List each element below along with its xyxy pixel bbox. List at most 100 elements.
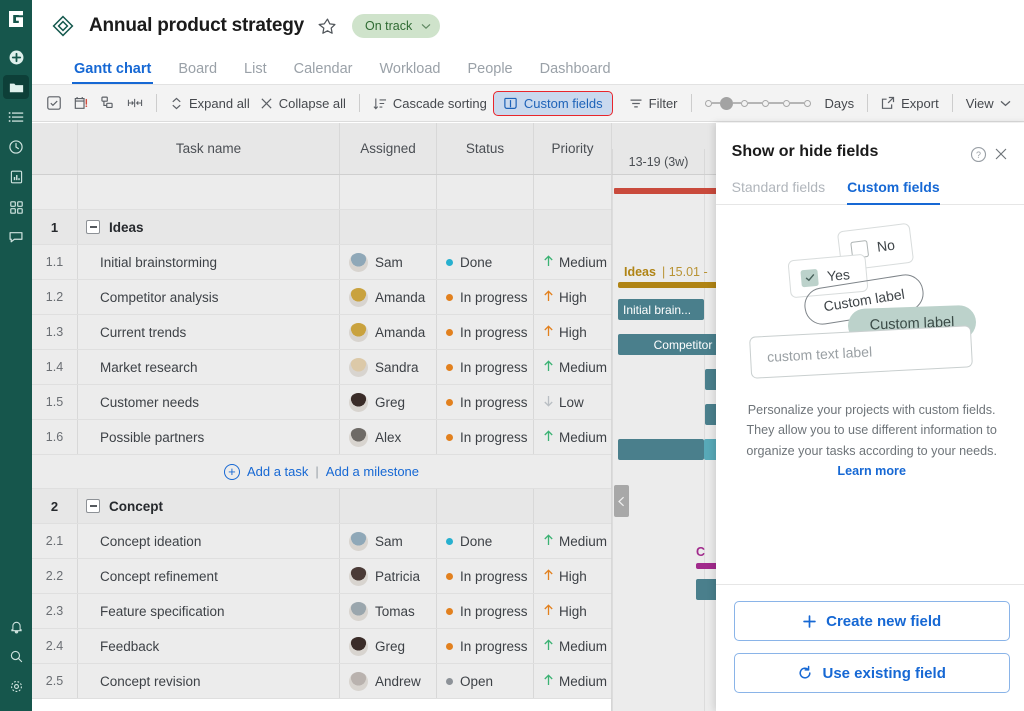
folder-icon[interactable] xyxy=(3,75,29,99)
search-icon[interactable] xyxy=(3,644,29,668)
cell-task-name[interactable]: Concept xyxy=(78,489,340,523)
tab-calendar[interactable]: Calendar xyxy=(294,61,353,84)
table-row[interactable]: 2.2 Concept refinement Patricia In progr… xyxy=(32,559,629,594)
zoom-slider[interactable]: Days xyxy=(700,93,860,114)
custom-fields-button[interactable]: Custom fields xyxy=(492,90,613,116)
cell-assigned[interactable]: Patricia xyxy=(340,559,437,593)
table-row[interactable]: 1.5 Customer needs Greg In progress Low … xyxy=(32,385,629,420)
cell-priority[interactable]: High xyxy=(534,315,612,349)
cell-task-name[interactable]: Possible partners xyxy=(78,420,340,454)
tab-standard-fields[interactable]: Standard fields xyxy=(732,179,825,204)
cell-assigned[interactable]: Greg xyxy=(340,385,437,419)
cell-status[interactable]: In progress xyxy=(437,594,534,628)
indent-icon[interactable] xyxy=(121,91,148,115)
gantt-bar-task-1-1[interactable]: Initial brain... xyxy=(618,299,704,320)
cell-status[interactable]: In progress xyxy=(437,350,534,384)
cell-task-name[interactable]: Customer needs xyxy=(78,385,340,419)
clock-icon[interactable] xyxy=(3,135,29,159)
table-row-group[interactable]: 2 Concept ••• xyxy=(32,489,629,524)
apps-icon[interactable] xyxy=(3,195,29,219)
cell-priority[interactable]: High xyxy=(534,594,612,628)
zoom-dot-5[interactable] xyxy=(803,99,811,107)
table-row[interactable]: 1.2 Competitor analysis Amanda In progre… xyxy=(32,280,629,315)
add-icon[interactable] xyxy=(3,45,29,69)
column-header-priority[interactable]: Priority xyxy=(534,123,612,174)
export-button[interactable]: Export xyxy=(876,93,944,114)
cell-task-name[interactable]: Competitor analysis xyxy=(78,280,340,314)
cell-priority[interactable]: Medium xyxy=(534,350,612,384)
cell-status[interactable]: In progress xyxy=(437,385,534,419)
collapse-group-icon[interactable] xyxy=(86,499,100,513)
create-new-field-button[interactable]: Create new field xyxy=(733,601,1010,641)
cell-status[interactable]: In progress xyxy=(437,629,534,663)
cell-assigned[interactable]: Greg xyxy=(340,629,437,663)
cell-priority[interactable]: Medium xyxy=(534,245,612,279)
cell-task-name[interactable]: Concept revision xyxy=(78,664,340,698)
gantt-collapse-handle[interactable] xyxy=(614,485,629,517)
zoom-slider-track[interactable] xyxy=(704,96,811,110)
list-icon[interactable] xyxy=(3,105,29,129)
gantt-bar-task-1-5[interactable] xyxy=(618,439,704,460)
cell-assigned[interactable]: Andrew xyxy=(340,664,437,698)
cascade-sorting-button[interactable]: Cascade sorting xyxy=(368,93,492,114)
cell-task-name[interactable]: Concept ideation xyxy=(78,524,340,558)
help-icon[interactable]: ? xyxy=(968,143,990,165)
table-row-group[interactable]: 1 Ideas ••• xyxy=(32,210,629,245)
table-row[interactable]: 1.4 Market research Sandra In progress M… xyxy=(32,350,629,385)
cell-assigned[interactable]: Sandra xyxy=(340,350,437,384)
collapse-group-icon[interactable] xyxy=(86,220,100,234)
expand-all-button[interactable]: Expand all xyxy=(165,93,255,114)
column-header-assigned[interactable]: Assigned xyxy=(340,123,437,174)
cell-assigned[interactable]: Tomas xyxy=(340,594,437,628)
cell-priority[interactable]: Medium xyxy=(534,629,612,663)
cell-assigned[interactable]: Alex xyxy=(340,420,437,454)
cell-status[interactable]: Done xyxy=(437,524,534,558)
cell-task-name[interactable]: Feedback xyxy=(78,629,340,663)
cell-priority[interactable]: Low xyxy=(534,385,612,419)
learn-more-link[interactable]: Learn more xyxy=(837,464,906,478)
cell-priority[interactable]: Medium xyxy=(534,664,612,698)
cell-priority[interactable]: Medium xyxy=(534,524,612,558)
cell-priority[interactable]: High xyxy=(534,280,612,314)
calendar-alert-icon[interactable] xyxy=(67,91,94,115)
cell-status[interactable]: In progress xyxy=(437,559,534,593)
view-button[interactable]: View xyxy=(961,93,1016,114)
hierarchy-icon[interactable] xyxy=(94,91,121,115)
tab-list[interactable]: List xyxy=(244,61,267,84)
collapse-all-button[interactable]: Collapse all xyxy=(255,93,351,114)
cell-task-name[interactable]: Market research xyxy=(78,350,340,384)
cell-task-name[interactable]: Current trends xyxy=(78,315,340,349)
use-existing-field-button[interactable]: Use existing field xyxy=(733,653,1010,693)
bell-icon[interactable] xyxy=(3,614,29,638)
cell-task-name[interactable]: Concept refinement xyxy=(78,559,340,593)
cell-status[interactable]: Open xyxy=(437,664,534,698)
cell-task-name[interactable]: Initial brainstorming xyxy=(78,245,340,279)
table-row[interactable]: 2.4 Feedback Greg In progress Medium ••• xyxy=(32,629,629,664)
cell-assigned[interactable]: Amanda xyxy=(340,315,437,349)
close-icon[interactable] xyxy=(990,143,1012,165)
table-row[interactable]: 2.3 Feature specification Tomas In progr… xyxy=(32,594,629,629)
tab-dashboard[interactable]: Dashboard xyxy=(540,61,611,84)
cell-task-name[interactable]: Feature specification xyxy=(78,594,340,628)
cell-status[interactable]: Done xyxy=(437,245,534,279)
comment-icon[interactable] xyxy=(3,225,29,249)
gear-icon[interactable] xyxy=(3,674,29,698)
zoom-dot-4[interactable] xyxy=(782,99,790,107)
cell-task-name[interactable]: Ideas xyxy=(78,210,340,244)
ganttpro-logo-icon[interactable] xyxy=(6,9,26,34)
report-icon[interactable] xyxy=(3,165,29,189)
table-row[interactable]: 1.1 Initial brainstorming Sam Done Mediu… xyxy=(32,245,629,280)
cell-status[interactable]: In progress xyxy=(437,280,534,314)
cell-assigned[interactable]: Sam xyxy=(340,524,437,558)
table-row[interactable]: 1.3 Current trends Amanda In progress Hi… xyxy=(32,315,629,350)
zoom-dot-3[interactable] xyxy=(761,99,769,107)
cell-priority[interactable]: Medium xyxy=(534,420,612,454)
tab-people[interactable]: People xyxy=(467,61,512,84)
add-task-row[interactable]: + Add a task | Add a milestone xyxy=(32,455,611,489)
tab-gantt-chart[interactable]: Gantt chart xyxy=(71,61,154,84)
cell-assigned[interactable]: Amanda xyxy=(340,280,437,314)
table-row[interactable]: 2.5 Concept revision Andrew Open Medium … xyxy=(32,664,629,699)
cell-status[interactable]: In progress xyxy=(437,315,534,349)
table-row[interactable]: 2.1 Concept ideation Sam Done Medium ••• xyxy=(32,524,629,559)
column-header-status[interactable]: Status xyxy=(437,123,534,174)
